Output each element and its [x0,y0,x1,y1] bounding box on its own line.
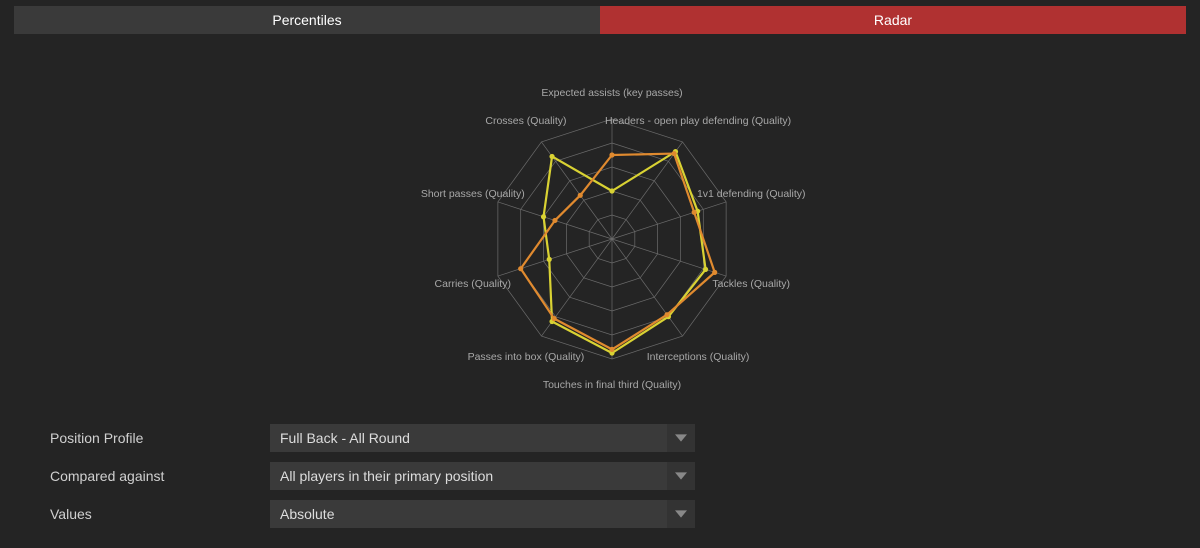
position-profile-value: Full Back - All Round [280,430,410,446]
position-profile-label: Position Profile [50,430,270,446]
controls-panel: Position Profile Full Back - All Round C… [0,414,1200,528]
tab-radar[interactable]: Radar [600,6,1186,34]
chevron-down-icon [667,424,695,452]
chevron-down-icon [667,500,695,528]
radar-chart: Expected assists (key passes)Headers - o… [0,34,1200,414]
values-value: Absolute [280,506,334,522]
position-profile-select[interactable]: Full Back - All Round [270,424,695,452]
chevron-down-icon [667,462,695,490]
compared-against-select[interactable]: All players in their primary position [270,462,695,490]
tab-percentiles[interactable]: Percentiles [14,6,600,34]
tabs: Percentiles Radar [14,6,1186,34]
values-label: Values [50,506,270,522]
compared-against-value: All players in their primary position [280,468,493,484]
compared-against-label: Compared against [50,468,270,484]
values-select[interactable]: Absolute [270,500,695,528]
